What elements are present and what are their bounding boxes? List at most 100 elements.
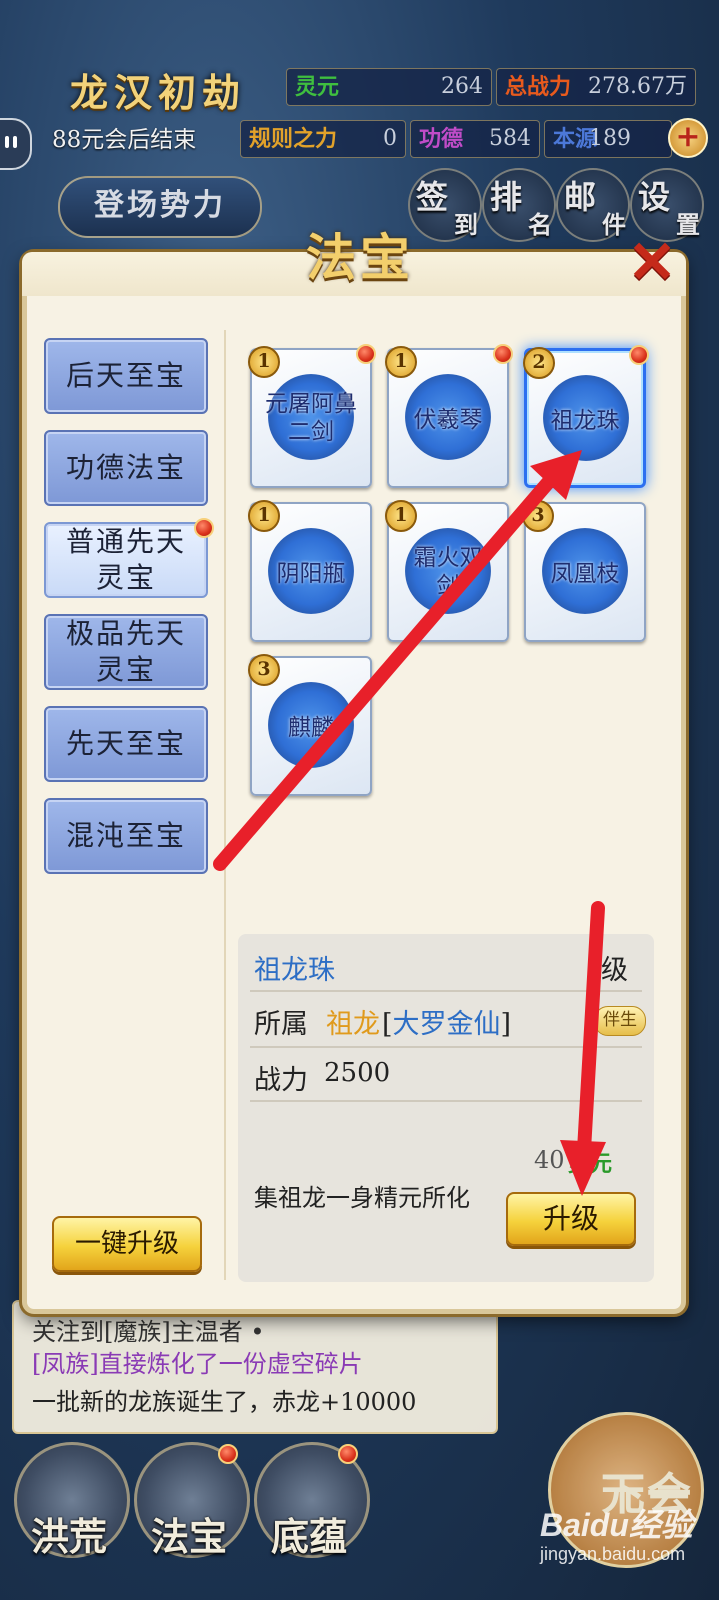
treasure-name-line: 二剑 [288,419,334,445]
detail-divider [250,1100,642,1102]
treasure-name-line: 霜火双 [413,545,483,571]
nav-label: 底蕴 [270,1514,347,1559]
tab-jipin-xiantian-lingbao[interactable]: 极品先天 灵宝 [44,614,208,690]
treasure-name: 阴阳瓶 [276,561,346,587]
tab-label: 后天至宝 [65,359,186,392]
notification-dot-icon [356,344,376,364]
treasure-card[interactable]: 伏羲琴 1 [385,344,513,488]
treasure-card-selected[interactable]: 祖龙珠 2 [523,345,649,488]
tab-xiantian-zhibao[interactable]: 先天至宝 [44,706,208,782]
tab-label: 混沌至宝 [65,819,186,852]
bracket: ] [500,1009,512,1040]
treasure-card[interactable]: 麒麟 3 [248,654,372,796]
era-title: 龙汉初劫 [70,70,247,115]
notification-dot-icon [218,1444,238,1464]
level-badge: 1 [385,346,417,378]
tab-gongde-fabao[interactable]: 功德法宝 [44,430,208,506]
mail-button[interactable]: 邮 件 [556,168,630,242]
level-badge: 1 [385,500,417,532]
rank-text: 大罗金仙 [392,1009,501,1040]
stat-value: 278.67万 [588,74,687,99]
upgrade-cost-value: 40 [534,1146,565,1174]
stat-value: 584 [489,126,531,151]
notification-dot-icon [629,345,649,365]
stat-value: 0 [383,126,397,151]
next-era-label: 下一 元会 [569,1443,691,1519]
era-countdown: 88元会后结束 [52,127,197,153]
add-plus-icon[interactable]: + [668,118,708,158]
tab-label-line: 灵宝 [95,561,156,594]
notification-dot-icon [493,344,513,364]
power-value: 2500 [324,1058,391,1088]
ranking-button[interactable]: 排 名 [482,168,556,242]
stat-value: 264 [441,74,483,99]
detail-treasure-name: 祖龙珠 [254,955,335,986]
stat-label: 总战力 [505,74,572,100]
tab-label: 普通先天 灵宝 [66,524,186,596]
tab-hundun-zhibao[interactable]: 混沌至宝 [44,798,208,874]
treasure-card[interactable]: 凤凰枝 3 [522,500,646,642]
nav-label: 法宝 [150,1514,227,1559]
tab-label-line: 普通先天 [65,525,186,558]
level-badge: 1 [248,500,280,532]
tab-label: 极品先天 灵宝 [66,616,186,688]
notification-dot-icon [194,518,214,538]
dialog-divider [224,330,226,1280]
stat-label: 规则之力 [249,126,338,152]
level-badge: 1 [248,346,280,378]
bracket: [ [382,1009,393,1040]
level-badge: 3 [248,654,280,686]
watermark-url: jingyan.baidu.com [540,1544,686,1564]
stat-merit: 功德 584 [410,120,540,158]
tab-label: 功德法宝 [65,451,186,484]
one-key-upgrade-button[interactable]: 一键升级 [52,1216,202,1272]
treasure-card[interactable]: 阴阳瓶 1 [248,500,372,642]
treasure-card[interactable]: 元屠阿鼻 二剑 1 [248,344,376,488]
btn-char: 邮 [564,178,597,216]
owner-label: 所属 [254,1009,308,1040]
stat-origin: 本源 189 [544,120,672,158]
companion-tag: 伴生 [594,1006,646,1036]
treasure-name: 麒麟 [288,715,334,741]
nav-label: 洪荒 [30,1514,107,1559]
treasure-name-line: 剑 [436,573,460,599]
level-badge: 2 [523,347,555,379]
baidu-watermark: Baidu经验 jingyan.baidu.com [540,1500,710,1570]
side-drawer-handle[interactable] [0,118,32,170]
btn-char: 名 [528,210,552,239]
tab-putong-xiantian-lingbao[interactable]: 普通先天 灵宝 [44,522,208,598]
close-x-icon[interactable]: ✕ [622,232,682,292]
treasure-card[interactable]: 霜火双剑 1 [385,500,509,642]
dialog-title: 法宝 [306,228,414,287]
watermark-brand: Baidu经验 [540,1507,693,1543]
handle-bar-icon [5,136,9,148]
stat-value: 189 [589,126,631,151]
stat-label: 功德 [419,126,464,152]
tab-houtian-zhibao[interactable]: 后天至宝 [44,338,208,414]
event-log: 关注到[魔族]主温者 • [凤族]直接炼化了一份虚空碎片 一批新的龙族诞生了，赤… [12,1300,498,1434]
handle-bar-icon [13,136,17,148]
treasure-description: 集祖龙一身精元所化 [254,1184,470,1212]
treasure-name: 伏羲琴 [413,407,483,433]
treasure-name: 元屠阿鼻 二剑 [256,390,366,446]
log-line: [凤族]直接炼化了一份虚空碎片 [32,1350,363,1378]
tab-label-line: 极品先天 [65,617,186,650]
power-label: 战力 [254,1065,308,1096]
detail-divider [250,990,642,992]
level-badge: 3 [522,500,554,532]
stat-label: 灵元 [295,74,340,100]
owner-rank: [大罗金仙] [382,1002,511,1041]
notification-dot-icon [338,1444,358,1464]
btn-char: 设 [638,178,671,216]
detail-divider [250,1046,642,1048]
upgrade-button[interactable]: 升级 [506,1192,636,1246]
tab-label-line: 灵宝 [95,653,156,686]
treasure-name-line: 元屠阿鼻 [265,391,357,417]
upgrade-cost-unit: 灵元 [568,1151,613,1177]
stat-lingyuan: 灵元 264 [286,68,492,106]
treasure-detail-panel: 祖龙珠 级 所属 祖龙 [大罗金仙] 伴生 战力 2500 40 灵元 集祖龙一… [238,934,654,1282]
faction-button[interactable]: 登场势力 [58,176,262,238]
treasure-name: 凤凰枝 [550,561,620,587]
stat-total-power: 总战力 278.67万 [496,68,696,106]
btn-char: 签 [416,178,449,216]
